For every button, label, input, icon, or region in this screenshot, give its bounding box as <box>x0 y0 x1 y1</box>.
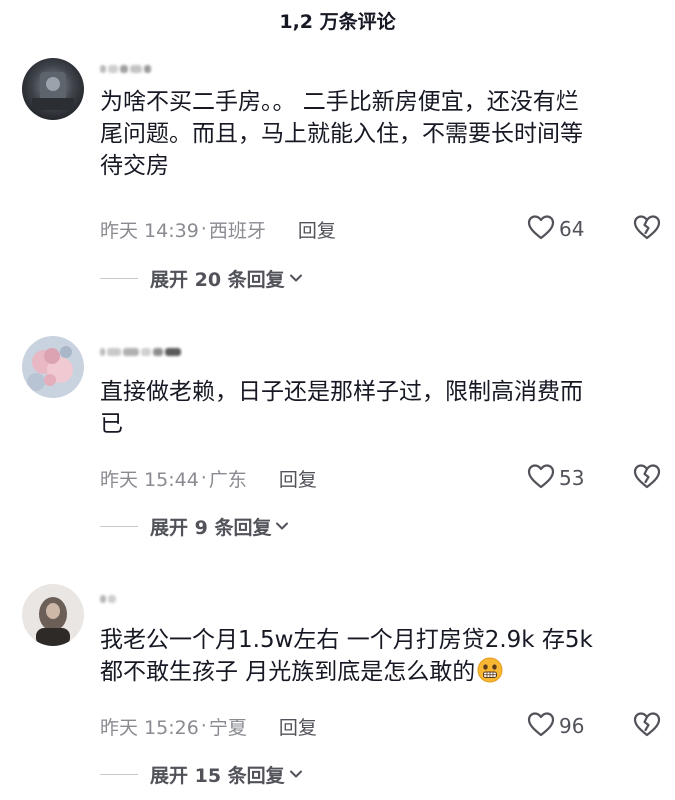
comment-text: 直接做老赖，日子还是那样子过，限制高消费而 已 <box>100 376 660 440</box>
divider-line <box>100 525 138 527</box>
dislike-button[interactable] <box>633 463 661 493</box>
reply-button[interactable]: 回复 <box>298 216 336 243</box>
comment-meta: 昨天 14:39 · 西班牙 回复 <box>100 214 336 244</box>
heart-outline-icon <box>527 463 555 494</box>
chevron-down-icon <box>289 273 303 283</box>
comment-text-line: 都不敢生孩子 月光族到底是怎么敢的 <box>100 659 476 685</box>
expand-replies-button[interactable]: 展开 15 条回复 <box>100 759 303 789</box>
expand-replies-label: 展开 20 条回复 <box>150 268 285 291</box>
expand-replies-label: 展开 15 条回复 <box>150 764 285 787</box>
heart-outline-icon <box>527 711 555 742</box>
comment-meta: 昨天 15:26 · 宁夏 回复 <box>100 711 317 741</box>
expand-replies-button[interactable]: 展开 20 条回复 <box>100 263 303 293</box>
comment-location: 西班牙 <box>208 219 266 242</box>
username-redacted[interactable] <box>100 62 151 76</box>
comment-time: 昨天 15:44 <box>100 468 199 491</box>
meta-separator: · <box>200 715 207 737</box>
dislike-button[interactable] <box>633 711 661 741</box>
comment-text: 我老公一个月1.5w左右 一个月打房贷2.9k 存5k 都不敢生孩子 月光族到底… <box>100 624 660 692</box>
comment-text-line: 为啥不买二手房。。 二手比新房便宜，还没有烂 <box>100 89 579 115</box>
broken-heart-icon <box>633 463 661 493</box>
meta-separator: · <box>200 218 207 240</box>
comment-time: 昨天 15:26 <box>100 716 199 739</box>
avatar[interactable] <box>22 336 84 398</box>
reply-button[interactable]: 回复 <box>279 713 317 740</box>
comment-text-line-with-emoji: 都不敢生孩子 月光族到底是怎么敢的 <box>100 656 660 692</box>
broken-heart-icon <box>633 711 661 741</box>
dislike-button[interactable] <box>633 214 661 244</box>
comment-meta: 昨天 15:44 · 广东 回复 <box>100 463 317 493</box>
expand-replies-label: 展开 9 条回复 <box>150 516 272 539</box>
meta-separator: · <box>200 467 207 489</box>
username-redacted[interactable] <box>100 592 116 606</box>
comment-text-line: 尾问题。而且，马上就能入住，不需要长时间等 <box>100 121 583 147</box>
avatar[interactable] <box>22 584 84 646</box>
broken-heart-icon <box>633 214 661 244</box>
expand-replies-button[interactable]: 展开 9 条回复 <box>100 511 289 541</box>
like-button[interactable]: 64 <box>527 214 584 244</box>
like-count: 53 <box>559 466 585 490</box>
chevron-down-icon <box>275 521 289 531</box>
comment-location: 广东 <box>208 468 247 491</box>
like-count: 64 <box>559 217 585 241</box>
comment-text-line: 已 <box>100 411 123 437</box>
heart-outline-icon <box>527 214 555 245</box>
username-redacted[interactable] <box>100 345 181 359</box>
comment-text-line: 我老公一个月1.5w左右 一个月打房贷2.9k 存5k <box>100 627 593 653</box>
reply-button[interactable]: 回复 <box>279 465 317 492</box>
divider-line <box>100 773 138 775</box>
comment-location: 宁夏 <box>208 716 247 739</box>
chevron-down-icon <box>289 769 303 779</box>
like-button[interactable]: 53 <box>527 463 584 493</box>
like-button[interactable]: 96 <box>527 711 584 741</box>
grimacing-face-icon <box>477 657 503 692</box>
like-count: 96 <box>559 714 585 738</box>
comment-text-line: 直接做老赖，日子还是那样子过，限制高消费而 <box>100 379 583 405</box>
avatar[interactable] <box>22 58 84 120</box>
comment-text: 为啥不买二手房。。 二手比新房便宜，还没有烂 尾问题。而且，马上就能入住，不需要… <box>100 86 660 182</box>
comments-count-title: 1,2 万条评论 <box>279 11 396 33</box>
divider-line <box>100 277 138 279</box>
comment-text-line: 待交房 <box>100 153 169 179</box>
comment-time: 昨天 14:39 <box>100 219 199 242</box>
